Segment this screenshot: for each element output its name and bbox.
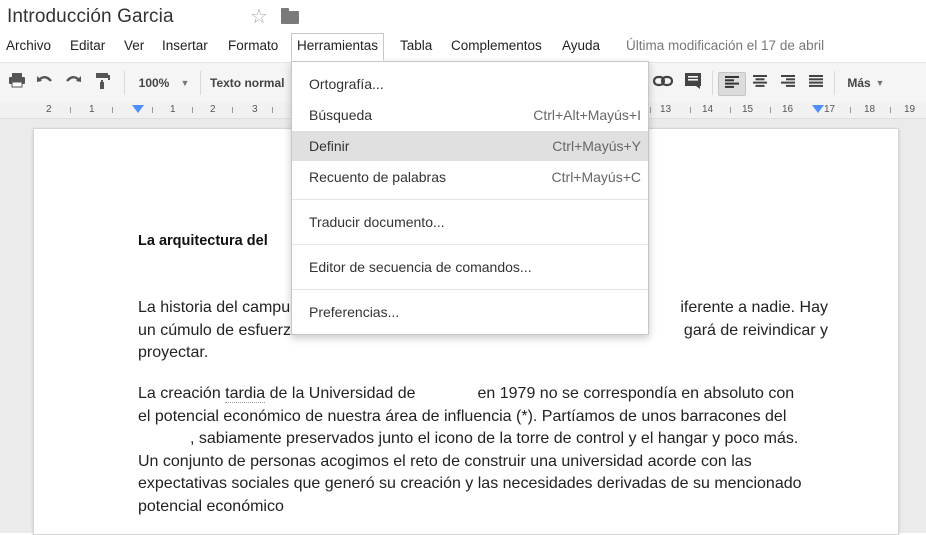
menu-item-shortcut: Ctrl+Mayús+C bbox=[551, 169, 641, 185]
chevron-down-icon[interactable]: ▼ bbox=[180, 72, 190, 94]
ruler-label: 14 bbox=[702, 104, 714, 115]
right-indent-marker-icon[interactable] bbox=[812, 105, 824, 113]
p1-line3: proyectar. bbox=[138, 344, 209, 361]
paragraph-2[interactable]: La creación tardia de la Universidad de e… bbox=[138, 383, 828, 518]
menu-item-search[interactable]: Búsqueda Ctrl+Alt+Mayús+I bbox=[292, 100, 648, 130]
ruler-tick bbox=[850, 107, 851, 113]
menu-complementos[interactable]: Complementos bbox=[446, 34, 547, 58]
last-modified-link[interactable]: Última modificación el 17 de abril bbox=[626, 38, 824, 53]
align-justify-icon[interactable] bbox=[804, 72, 828, 94]
menu-item-preferences[interactable]: Preferencias... bbox=[292, 297, 648, 327]
menu-separator bbox=[292, 199, 648, 200]
comment-icon[interactable] bbox=[682, 72, 704, 94]
menu-item-shortcut: Ctrl+Mayús+Y bbox=[552, 138, 641, 154]
ruler-tick bbox=[272, 107, 273, 113]
menu-ayuda[interactable]: Ayuda bbox=[557, 34, 605, 58]
ruler-tick bbox=[232, 107, 233, 113]
style-select[interactable]: Texto normal bbox=[210, 72, 294, 94]
ruler-label: 15 bbox=[742, 104, 754, 115]
menu-tabla[interactable]: Tabla bbox=[395, 34, 437, 58]
ruler-tick bbox=[152, 107, 153, 113]
ruler-label: 2 bbox=[46, 104, 52, 115]
ruler-tick bbox=[690, 107, 691, 113]
menu-item-script-editor[interactable]: Editor de secuencia de comandos... bbox=[292, 252, 648, 282]
menu-item-label: Traducir documento... bbox=[309, 214, 445, 230]
ruler-tick bbox=[70, 107, 71, 113]
align-center-icon[interactable] bbox=[748, 72, 772, 94]
menu-item-label: Editor de secuencia de comandos... bbox=[309, 259, 532, 275]
title-bar: Introducción Garcia ☆ bbox=[0, 0, 926, 36]
menu-separator bbox=[292, 244, 648, 245]
menu-editar[interactable]: Editar bbox=[65, 34, 110, 58]
menu-item-translate[interactable]: Traducir documento... bbox=[292, 207, 648, 237]
undo-icon[interactable] bbox=[34, 72, 56, 94]
link-icon[interactable] bbox=[652, 72, 674, 94]
p2-line1-b: de la Universidad de bbox=[265, 385, 416, 402]
ruler-label: 16 bbox=[782, 104, 794, 115]
p1-line2-start: un cúmulo de esfuerz bbox=[138, 321, 291, 339]
menu-ver[interactable]: Ver bbox=[119, 34, 149, 58]
document-heading: La arquitectura del bbox=[138, 233, 268, 249]
toolbar-divider bbox=[834, 71, 835, 95]
p2-line4: Un conjunto de personas acogimos el reto… bbox=[138, 452, 752, 470]
menu-item-label: Recuento de palabras bbox=[309, 169, 446, 185]
menu-insertar[interactable]: Insertar bbox=[157, 34, 213, 58]
indent-marker-icon[interactable] bbox=[132, 105, 144, 113]
menu-item-define[interactable]: Definir Ctrl+Mayús+Y bbox=[292, 131, 648, 161]
paint-format-icon[interactable] bbox=[92, 72, 114, 94]
menu-bar: Archivo Editar Ver Insertar Formato Herr… bbox=[0, 33, 926, 61]
more-button[interactable]: Más bbox=[842, 72, 876, 94]
menu-separator bbox=[292, 289, 648, 290]
menu-item-spelling[interactable]: Ortografía... bbox=[292, 69, 648, 99]
menu-item-word-count[interactable]: Recuento de palabras Ctrl+Mayús+C bbox=[292, 162, 648, 192]
align-left-icon[interactable] bbox=[718, 72, 746, 96]
ruler-tick bbox=[730, 107, 731, 113]
p2-line2: el potencial económico de nuestra área d… bbox=[138, 407, 787, 425]
p1-line2-end: gará de reivindicar y bbox=[683, 321, 828, 339]
menu-formato[interactable]: Formato bbox=[223, 34, 283, 58]
p1-line1-start: La historia del campu bbox=[138, 299, 291, 316]
p2-line5: expectativas sociales que generó su crea… bbox=[138, 475, 802, 492]
p2-line3: , sabiamente preservados junto el icono … bbox=[190, 430, 799, 447]
menu-herramientas[interactable]: Herramientas bbox=[291, 33, 385, 61]
redo-icon[interactable] bbox=[62, 72, 84, 94]
align-right-icon[interactable] bbox=[776, 72, 800, 94]
ruler-tick bbox=[192, 107, 193, 113]
ruler-label: 18 bbox=[864, 104, 876, 115]
print-icon[interactable] bbox=[6, 72, 28, 94]
zoom-select[interactable]: 100% bbox=[134, 72, 174, 94]
menu-item-label: Preferencias... bbox=[309, 304, 400, 320]
toolbar-divider bbox=[200, 71, 201, 95]
ruler-label: 3 bbox=[252, 104, 258, 115]
p2-line1-c: en 1979 no se correspondía en absoluto c… bbox=[477, 385, 795, 402]
star-icon[interactable]: ☆ bbox=[250, 6, 268, 28]
ruler-label: 2 bbox=[210, 104, 216, 115]
folder-icon[interactable] bbox=[281, 8, 299, 24]
menu-item-label: Ortografía... bbox=[309, 76, 384, 92]
toolbar-divider bbox=[712, 71, 713, 95]
chevron-down-icon[interactable]: ▼ bbox=[875, 72, 885, 94]
toolbar-divider bbox=[124, 71, 125, 95]
p1-line1-end: iferente a nadie. Hay bbox=[680, 299, 828, 316]
ruler-tick bbox=[112, 107, 113, 113]
ruler-tick bbox=[890, 107, 891, 113]
document-title[interactable]: Introducción Garcia bbox=[7, 6, 174, 28]
ruler-label: 17 bbox=[824, 104, 836, 115]
p2-line1-a: La creación bbox=[138, 385, 226, 402]
ruler-label: 13 bbox=[660, 104, 672, 115]
ruler-tick bbox=[650, 107, 651, 113]
menu-archivo[interactable]: Archivo bbox=[1, 34, 56, 58]
ruler-label: 19 bbox=[904, 104, 916, 115]
tools-menu-dropdown: Ortografía... Búsqueda Ctrl+Alt+Mayús+I … bbox=[291, 61, 649, 335]
ruler-tick bbox=[770, 107, 771, 113]
menu-item-label: Búsqueda bbox=[309, 107, 373, 123]
ruler-label: 1 bbox=[170, 104, 176, 115]
menu-item-shortcut: Ctrl+Alt+Mayús+I bbox=[533, 107, 641, 123]
menu-item-label: Definir bbox=[309, 138, 350, 154]
spelling-flag-word[interactable]: tardia bbox=[225, 385, 266, 403]
ruler-label: 1 bbox=[89, 104, 95, 115]
p2-line6: potencial económico bbox=[138, 497, 284, 515]
